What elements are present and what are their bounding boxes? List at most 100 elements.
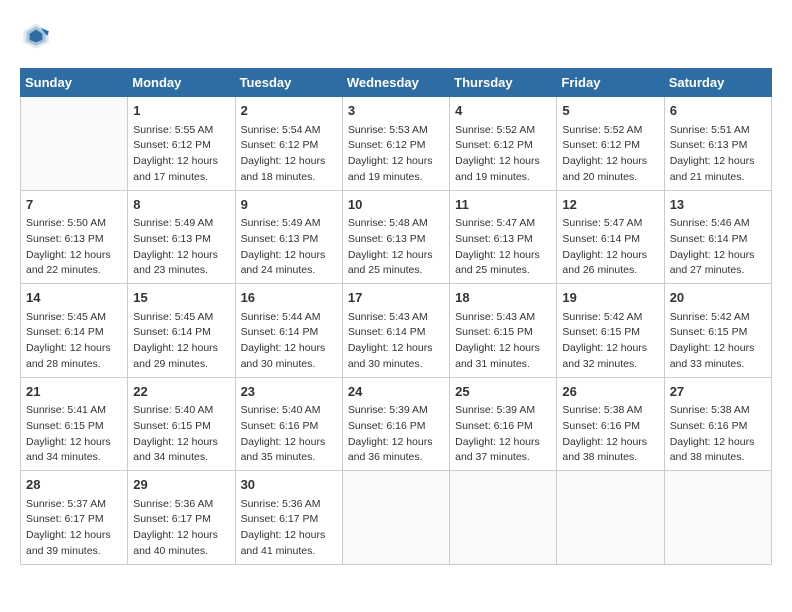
day-info: Sunrise: 5:44 AM Sunset: 6:14 PM Dayligh… <box>241 310 337 373</box>
day-number: 19 <box>562 288 658 308</box>
header-saturday: Saturday <box>664 69 771 97</box>
day-info: Sunrise: 5:47 AM Sunset: 6:13 PM Dayligh… <box>455 216 551 279</box>
day-info: Sunrise: 5:38 AM Sunset: 6:16 PM Dayligh… <box>562 403 658 466</box>
day-info: Sunrise: 5:41 AM Sunset: 6:15 PM Dayligh… <box>26 403 122 466</box>
day-number: 29 <box>133 475 229 495</box>
calendar-cell: 5Sunrise: 5:52 AM Sunset: 6:12 PM Daylig… <box>557 97 664 191</box>
calendar-cell: 18Sunrise: 5:43 AM Sunset: 6:15 PM Dayli… <box>450 284 557 378</box>
calendar-cell: 22Sunrise: 5:40 AM Sunset: 6:15 PM Dayli… <box>128 377 235 471</box>
day-info: Sunrise: 5:45 AM Sunset: 6:14 PM Dayligh… <box>133 310 229 373</box>
day-info: Sunrise: 5:40 AM Sunset: 6:15 PM Dayligh… <box>133 403 229 466</box>
day-info: Sunrise: 5:52 AM Sunset: 6:12 PM Dayligh… <box>455 123 551 186</box>
logo-icon <box>20 20 52 52</box>
calendar-cell: 10Sunrise: 5:48 AM Sunset: 6:13 PM Dayli… <box>342 190 449 284</box>
day-number: 3 <box>348 101 444 121</box>
calendar-week-row: 7Sunrise: 5:50 AM Sunset: 6:13 PM Daylig… <box>21 190 772 284</box>
calendar-cell: 26Sunrise: 5:38 AM Sunset: 6:16 PM Dayli… <box>557 377 664 471</box>
day-info: Sunrise: 5:39 AM Sunset: 6:16 PM Dayligh… <box>348 403 444 466</box>
day-number: 24 <box>348 382 444 402</box>
calendar-cell: 24Sunrise: 5:39 AM Sunset: 6:16 PM Dayli… <box>342 377 449 471</box>
day-info: Sunrise: 5:45 AM Sunset: 6:14 PM Dayligh… <box>26 310 122 373</box>
day-info: Sunrise: 5:49 AM Sunset: 6:13 PM Dayligh… <box>241 216 337 279</box>
calendar-week-row: 28Sunrise: 5:37 AM Sunset: 6:17 PM Dayli… <box>21 471 772 565</box>
day-number: 28 <box>26 475 122 495</box>
calendar-cell: 27Sunrise: 5:38 AM Sunset: 6:16 PM Dayli… <box>664 377 771 471</box>
day-info: Sunrise: 5:46 AM Sunset: 6:14 PM Dayligh… <box>670 216 766 279</box>
calendar-cell: 20Sunrise: 5:42 AM Sunset: 6:15 PM Dayli… <box>664 284 771 378</box>
day-info: Sunrise: 5:51 AM Sunset: 6:13 PM Dayligh… <box>670 123 766 186</box>
calendar-cell: 30Sunrise: 5:36 AM Sunset: 6:17 PM Dayli… <box>235 471 342 565</box>
day-info: Sunrise: 5:55 AM Sunset: 6:12 PM Dayligh… <box>133 123 229 186</box>
day-info: Sunrise: 5:36 AM Sunset: 6:17 PM Dayligh… <box>133 497 229 560</box>
calendar-cell: 15Sunrise: 5:45 AM Sunset: 6:14 PM Dayli… <box>128 284 235 378</box>
day-info: Sunrise: 5:36 AM Sunset: 6:17 PM Dayligh… <box>241 497 337 560</box>
day-number: 22 <box>133 382 229 402</box>
day-number: 4 <box>455 101 551 121</box>
calendar-cell: 25Sunrise: 5:39 AM Sunset: 6:16 PM Dayli… <box>450 377 557 471</box>
day-info: Sunrise: 5:49 AM Sunset: 6:13 PM Dayligh… <box>133 216 229 279</box>
calendar-cell: 17Sunrise: 5:43 AM Sunset: 6:14 PM Dayli… <box>342 284 449 378</box>
calendar-cell <box>21 97 128 191</box>
calendar-cell <box>342 471 449 565</box>
calendar-cell: 9Sunrise: 5:49 AM Sunset: 6:13 PM Daylig… <box>235 190 342 284</box>
calendar-week-row: 1Sunrise: 5:55 AM Sunset: 6:12 PM Daylig… <box>21 97 772 191</box>
day-number: 23 <box>241 382 337 402</box>
day-number: 11 <box>455 195 551 215</box>
day-number: 10 <box>348 195 444 215</box>
calendar-cell: 3Sunrise: 5:53 AM Sunset: 6:12 PM Daylig… <box>342 97 449 191</box>
day-number: 1 <box>133 101 229 121</box>
header-friday: Friday <box>557 69 664 97</box>
calendar-cell <box>557 471 664 565</box>
day-number: 8 <box>133 195 229 215</box>
day-info: Sunrise: 5:47 AM Sunset: 6:14 PM Dayligh… <box>562 216 658 279</box>
day-number: 7 <box>26 195 122 215</box>
calendar-table: SundayMondayTuesdayWednesdayThursdayFrid… <box>20 68 772 565</box>
header-thursday: Thursday <box>450 69 557 97</box>
day-number: 21 <box>26 382 122 402</box>
day-info: Sunrise: 5:43 AM Sunset: 6:14 PM Dayligh… <box>348 310 444 373</box>
day-number: 15 <box>133 288 229 308</box>
day-info: Sunrise: 5:54 AM Sunset: 6:12 PM Dayligh… <box>241 123 337 186</box>
page-header <box>20 20 772 52</box>
logo <box>20 20 56 52</box>
calendar-cell: 11Sunrise: 5:47 AM Sunset: 6:13 PM Dayli… <box>450 190 557 284</box>
day-info: Sunrise: 5:38 AM Sunset: 6:16 PM Dayligh… <box>670 403 766 466</box>
calendar-cell: 6Sunrise: 5:51 AM Sunset: 6:13 PM Daylig… <box>664 97 771 191</box>
day-number: 12 <box>562 195 658 215</box>
day-info: Sunrise: 5:40 AM Sunset: 6:16 PM Dayligh… <box>241 403 337 466</box>
calendar-cell: 14Sunrise: 5:45 AM Sunset: 6:14 PM Dayli… <box>21 284 128 378</box>
day-number: 5 <box>562 101 658 121</box>
day-number: 30 <box>241 475 337 495</box>
calendar-cell <box>450 471 557 565</box>
calendar-cell: 8Sunrise: 5:49 AM Sunset: 6:13 PM Daylig… <box>128 190 235 284</box>
day-number: 26 <box>562 382 658 402</box>
calendar-week-row: 14Sunrise: 5:45 AM Sunset: 6:14 PM Dayli… <box>21 284 772 378</box>
day-number: 20 <box>670 288 766 308</box>
day-info: Sunrise: 5:42 AM Sunset: 6:15 PM Dayligh… <box>562 310 658 373</box>
calendar-cell: 29Sunrise: 5:36 AM Sunset: 6:17 PM Dayli… <box>128 471 235 565</box>
calendar-cell: 16Sunrise: 5:44 AM Sunset: 6:14 PM Dayli… <box>235 284 342 378</box>
calendar-cell: 4Sunrise: 5:52 AM Sunset: 6:12 PM Daylig… <box>450 97 557 191</box>
calendar-cell <box>664 471 771 565</box>
day-info: Sunrise: 5:53 AM Sunset: 6:12 PM Dayligh… <box>348 123 444 186</box>
calendar-cell: 1Sunrise: 5:55 AM Sunset: 6:12 PM Daylig… <box>128 97 235 191</box>
day-number: 18 <box>455 288 551 308</box>
day-info: Sunrise: 5:52 AM Sunset: 6:12 PM Dayligh… <box>562 123 658 186</box>
day-number: 14 <box>26 288 122 308</box>
day-info: Sunrise: 5:39 AM Sunset: 6:16 PM Dayligh… <box>455 403 551 466</box>
calendar-cell: 28Sunrise: 5:37 AM Sunset: 6:17 PM Dayli… <box>21 471 128 565</box>
day-info: Sunrise: 5:43 AM Sunset: 6:15 PM Dayligh… <box>455 310 551 373</box>
day-info: Sunrise: 5:42 AM Sunset: 6:15 PM Dayligh… <box>670 310 766 373</box>
calendar-cell: 2Sunrise: 5:54 AM Sunset: 6:12 PM Daylig… <box>235 97 342 191</box>
header-tuesday: Tuesday <box>235 69 342 97</box>
day-number: 6 <box>670 101 766 121</box>
calendar-header-row: SundayMondayTuesdayWednesdayThursdayFrid… <box>21 69 772 97</box>
header-monday: Monday <box>128 69 235 97</box>
day-number: 2 <box>241 101 337 121</box>
header-wednesday: Wednesday <box>342 69 449 97</box>
day-number: 17 <box>348 288 444 308</box>
calendar-cell: 21Sunrise: 5:41 AM Sunset: 6:15 PM Dayli… <box>21 377 128 471</box>
calendar-cell: 19Sunrise: 5:42 AM Sunset: 6:15 PM Dayli… <box>557 284 664 378</box>
day-info: Sunrise: 5:37 AM Sunset: 6:17 PM Dayligh… <box>26 497 122 560</box>
day-number: 9 <box>241 195 337 215</box>
